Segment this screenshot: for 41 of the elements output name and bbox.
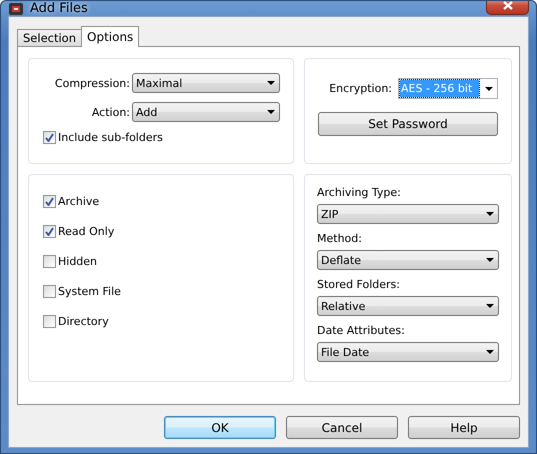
checkbox[interactable] [43, 285, 56, 298]
tab[interactable]: Selection [17, 29, 82, 47]
checkbox-label: Directory [58, 315, 109, 328]
checkbox[interactable] [43, 131, 56, 144]
checkbox[interactable] [43, 225, 56, 238]
dropdown-arrow-icon [485, 86, 493, 90]
field-label: Encryption: [329, 82, 392, 95]
dropdown[interactable]: Deflate [317, 250, 499, 270]
dropdown[interactable]: Add [132, 102, 280, 122]
field-label: Action: [92, 106, 130, 118]
close-button[interactable] [486, 1, 529, 14]
checkbox-label: Include sub-folders [58, 131, 163, 144]
dropdown-arrow-icon [486, 212, 494, 216]
dropdown[interactable]: Relative [317, 296, 499, 316]
field-label: Compression: [54, 76, 130, 90]
checkbox-label: System File [58, 285, 121, 298]
checkbox-label: Archive [58, 195, 100, 208]
field-label: Archiving Type: [317, 186, 402, 199]
dropdown-arrow-icon [267, 110, 275, 114]
field-label: Method: [317, 232, 363, 245]
field-label: Stored Folders: [317, 278, 401, 291]
dropdown-arrow-icon [486, 258, 494, 262]
dropdown[interactable]: File Date [317, 342, 499, 362]
dropdown[interactable]: ZIP [317, 204, 499, 224]
checkbox-label: Read Only [58, 225, 114, 238]
window-title: Add Files [30, 1, 89, 16]
close-icon [502, 1, 512, 10]
checkbox[interactable] [43, 315, 56, 328]
dialog-button[interactable]: OK [164, 416, 276, 439]
dropdown[interactable]: Maximal [132, 73, 280, 93]
checkbox-label: Hidden [58, 255, 98, 268]
field-label: Date Attributes: [317, 324, 406, 337]
set-password-button[interactable]: Set Password [318, 112, 498, 136]
tab[interactable]: Options [81, 26, 140, 47]
dialog-button[interactable]: Help [408, 416, 520, 439]
dropdown-arrow-icon [267, 81, 275, 85]
checkbox[interactable] [43, 255, 56, 268]
dialog-button[interactable]: Cancel [286, 416, 398, 439]
dropdown-arrow-icon [486, 304, 494, 308]
dropdown-arrow-icon [486, 350, 494, 354]
checkbox[interactable] [43, 195, 56, 208]
